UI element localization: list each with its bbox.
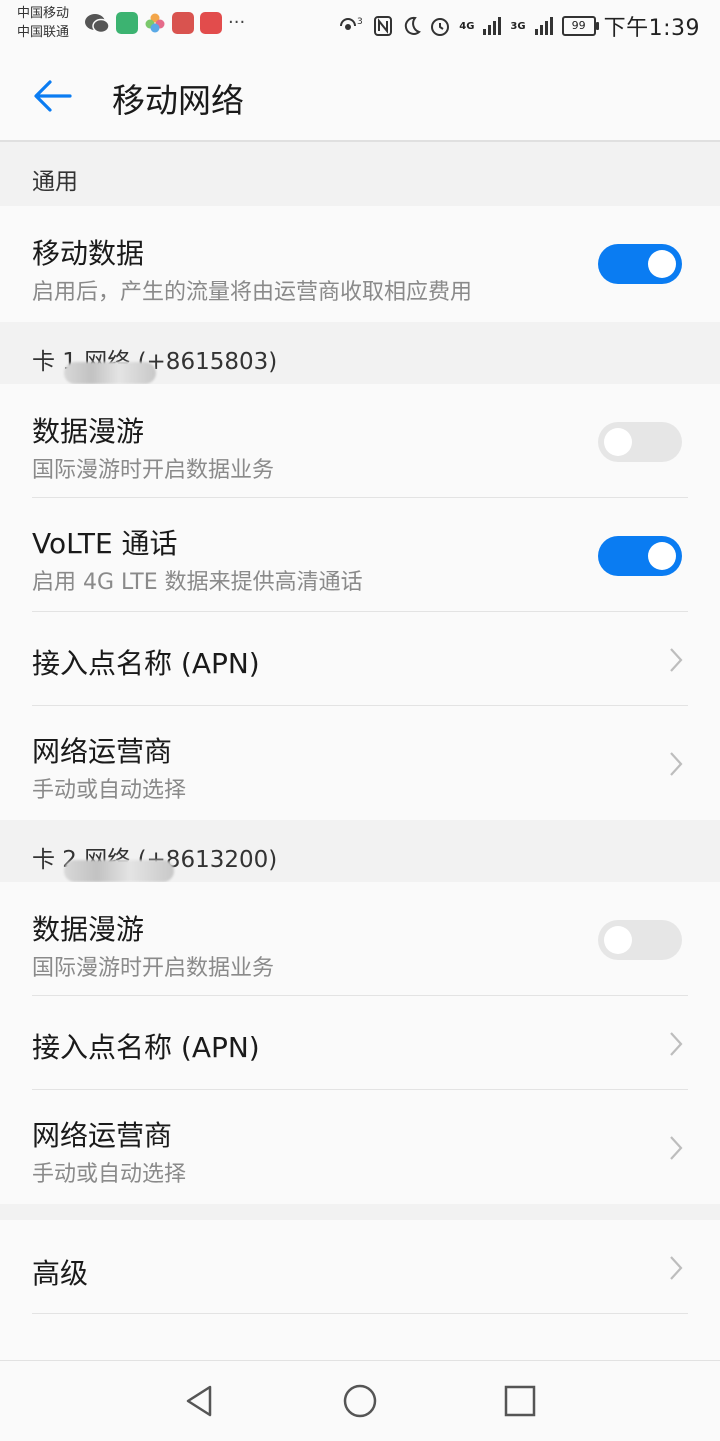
section-header-sim1: 卡 1 网络 (+8615803) [0,322,720,384]
chevron-right-icon [670,1136,683,1160]
sim1-roaming-toggle[interactable] [598,422,682,462]
mobile-data-row[interactable]: 移动数据 启用后，产生的流量将由运营商收取相应费用 [0,206,720,322]
notification-icons: ··· [84,12,245,34]
back-arrow-icon [34,80,72,112]
clock: 下午1:39 [603,16,700,41]
sim2-apn-row[interactable]: 接入点名称 (APN) [0,996,720,1090]
row-subtitle: 国际漫游时开启数据业务 [32,458,275,483]
row-title: 数据漫游 [32,913,145,946]
row-subtitle: 启用 4G LTE 数据来提供高清通话 [32,570,363,595]
sim1-operator-row[interactable]: 网络运营商 手动或自动选择 [0,706,720,820]
status-bar: 中国移动 中国联通 ··· 3 4G 3G 99 下午1:39 [0,0,720,48]
sim1-apn-row[interactable]: 接入点名称 (APN) [0,612,720,706]
sim1-number-suffix: 3) [253,349,278,375]
page-title: 移动网络 [112,81,244,120]
sim1-roaming-row[interactable]: 数据漫游 国际漫游时开启数据业务 [0,384,720,498]
row-subtitle: 手动或自动选择 [32,778,187,803]
more-dots-icon: ··· [228,12,246,33]
signal-icon-2 [534,17,553,35]
battery-icon: 99 [561,16,599,36]
section-title: 卡 2 网络 (+8613200) [32,840,278,882]
app-icon [116,12,138,34]
back-button[interactable] [28,72,76,120]
redacted-number [64,362,156,384]
carrier-1: 中国移动 [17,6,70,21]
moon-icon [405,16,422,35]
chevron-right-icon [670,648,683,672]
section-title: 通用 [32,169,78,195]
toggle-knob [604,428,632,456]
row-subtitle: 启用后，产生的流量将由运营商收取相应费用 [32,280,473,305]
nfc-icon: 3 [340,17,363,30]
row-title: 接入点名称 (APN) [32,647,260,680]
chevron-right-icon [670,1256,683,1280]
row-title: 数据漫游 [32,415,145,448]
sim2-roaming-row[interactable]: 数据漫游 国际漫游时开启数据业务 [0,882,720,996]
wechat-icon [85,14,110,34]
row-title: 移动数据 [32,237,145,270]
row-title: VoLTE 通话 [32,527,178,560]
carrier-labels: 中国移动 中国联通 [17,4,69,42]
sim2-operator-row[interactable]: 网络运营商 手动或自动选择 [0,1090,720,1204]
network-type-1: 4G [459,20,475,32]
huawei-store-icon [172,12,194,34]
toggle-knob [648,250,676,278]
carrier-2: 中国联通 [17,25,70,40]
toggle-knob [648,542,676,570]
section-title: 卡 1 网络 (+8615803) [32,342,278,384]
toggle-knob [604,926,632,954]
network-type-2: 3G [510,20,526,32]
advanced-row[interactable]: 高级 [0,1220,720,1360]
row-subtitle: 国际漫游时开启数据业务 [32,956,275,981]
nav-recents-icon[interactable] [498,1379,542,1423]
section-header-sim2: 卡 2 网络 (+8613200) [0,820,720,882]
nav-home-icon[interactable] [338,1379,382,1423]
mobile-data-toggle[interactable] [598,244,682,284]
chevron-right-icon [670,752,683,776]
alarm-icon [431,18,450,36]
row-title: 网络运营商 [32,735,173,768]
row-title: 高级 [32,1257,89,1290]
redacted-number [64,860,174,882]
app-bar: 移动网络 [0,48,720,142]
navigation-bar [0,1360,720,1441]
section-header-general: 通用 [0,142,720,204]
sim2-number-suffix: 00) [238,847,278,873]
system-icons: 3 4G 3G 99 下午1:39 [337,10,700,42]
svg-text:3: 3 [357,17,363,27]
photos-icon [145,13,165,33]
huawei-icon [200,12,222,34]
row-title: 接入点名称 (APN) [32,1031,260,1064]
volte-row[interactable]: VoLTE 通话 启用 4G LTE 数据来提供高清通话 [0,498,720,612]
chevron-right-icon [670,1032,683,1056]
signal-icon [483,17,502,35]
divider [32,1313,688,1314]
volte-toggle[interactable] [598,536,682,576]
nav-back-icon[interactable] [178,1379,222,1423]
sim2-roaming-toggle[interactable] [598,920,682,960]
nfc-n-icon [374,16,393,36]
row-title: 网络运营商 [32,1119,173,1152]
row-subtitle: 手动或自动选择 [32,1162,187,1187]
